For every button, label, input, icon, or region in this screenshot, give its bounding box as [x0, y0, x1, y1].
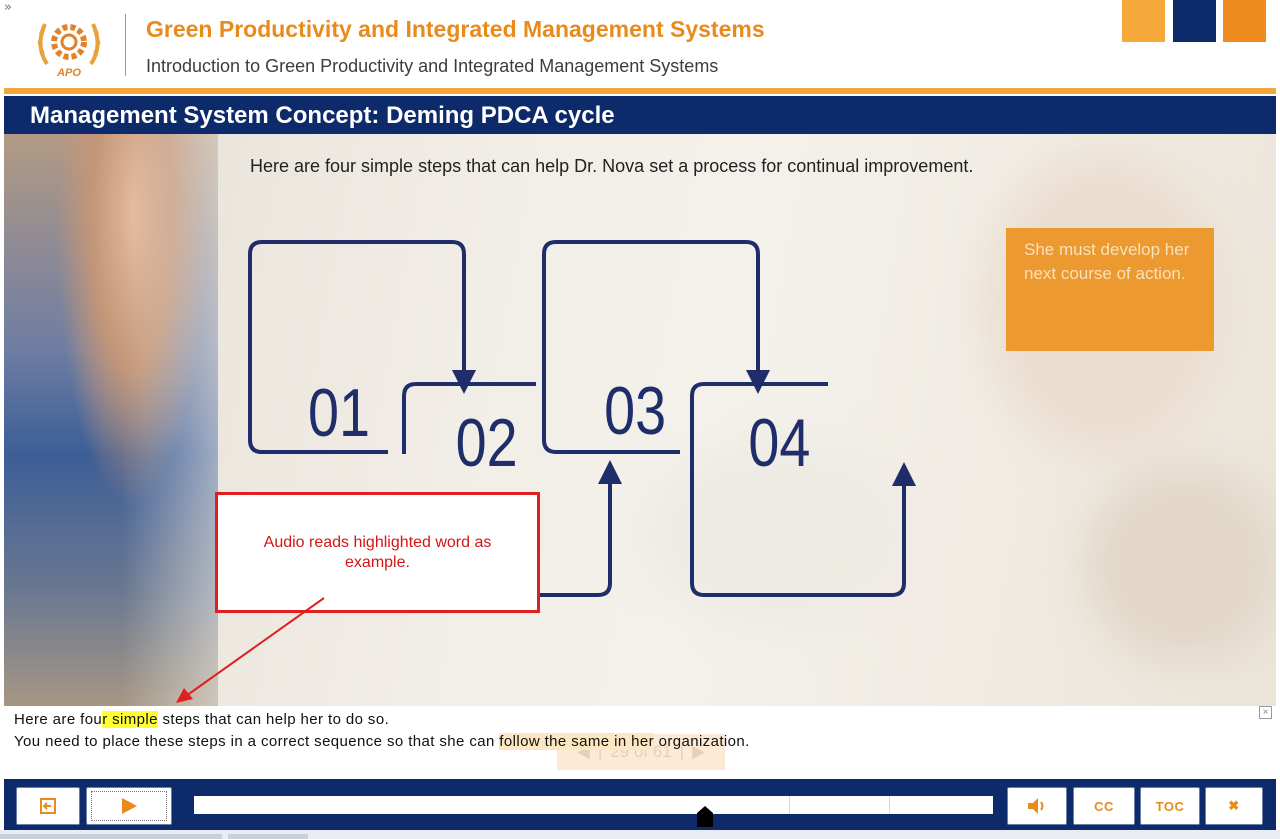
arrow-up-icon: [892, 462, 916, 486]
brand-square-orange: [1122, 0, 1165, 42]
taskbar-item: [0, 834, 222, 839]
toc-button[interactable]: TOC: [1140, 787, 1200, 825]
tip-card[interactable]: She must develop her next course of acti…: [1006, 228, 1214, 351]
apo-logo: APO: [37, 23, 101, 79]
course-player: » APO Green Productivity and Integrated …: [0, 0, 1280, 839]
sidebar-toggle-icon[interactable]: »: [4, 0, 12, 15]
annotation-callout: Audio reads highlighted word as example.: [215, 492, 540, 613]
caption-close-icon[interactable]: ×: [1259, 706, 1272, 719]
course-title: Green Productivity and Integrated Manage…: [146, 16, 765, 42]
progress-tick: [789, 796, 790, 814]
step-01-label: 01: [308, 376, 370, 451]
step-04-label: 04: [748, 406, 810, 481]
captions-button[interactable]: CC: [1073, 787, 1135, 825]
step-02-label: 02: [456, 406, 518, 481]
play-icon: [122, 798, 137, 814]
volume-button[interactable]: [1007, 787, 1067, 825]
logo-text: APO: [56, 67, 81, 79]
volume-icon: [1028, 798, 1044, 814]
annotation-text: Audio reads highlighted word as example.: [263, 533, 492, 571]
slide-title-bar: Management System Concept: Deming PDCA c…: [4, 96, 1276, 134]
header-divider: [125, 14, 126, 76]
brand-square-navy: [1173, 0, 1216, 42]
brand-square-dark-orange: [1223, 0, 1266, 42]
exit-icon: [40, 798, 56, 814]
close-button[interactable]: ✖: [1205, 787, 1263, 825]
highlighted-word: r simple: [102, 711, 158, 728]
toc-label: TOC: [1155, 798, 1185, 814]
step-03-label: 03: [604, 374, 666, 449]
slide-title: Management System Concept: Deming PDCA c…: [30, 102, 615, 129]
cc-label: CC: [1094, 798, 1114, 814]
caption-line-2: You need to place these steps in a corre…: [14, 733, 750, 750]
slide-intro-text: Here are four simple steps that can help…: [250, 156, 974, 176]
exit-button[interactable]: [16, 787, 80, 825]
progress-track[interactable]: [194, 796, 993, 814]
progress-tick: [889, 796, 890, 814]
caption-overlap: follow the same in her: [499, 733, 655, 750]
caption-line-1: Here are four simple steps that can help…: [14, 711, 390, 728]
course-subtitle: Introduction to Green Productivity and I…: [146, 56, 719, 76]
photo-fade: [4, 134, 218, 706]
closed-caption-panel: ◀ | 29 of 61 | ▶ Here are four simple st…: [4, 706, 1276, 776]
slide-canvas: Here are four simple steps that can help…: [4, 134, 1276, 706]
player-control-bar: CC TOC ✖: [4, 779, 1276, 830]
tip-text: She must develop her next course of acti…: [1024, 240, 1190, 283]
close-icon: ✖: [1228, 798, 1240, 813]
header-rule: [4, 88, 1276, 94]
play-button[interactable]: [86, 787, 172, 825]
taskbar-item: [228, 834, 308, 839]
arrow-up-icon: [598, 460, 622, 484]
progress-scrubber-handle[interactable]: [696, 806, 714, 828]
